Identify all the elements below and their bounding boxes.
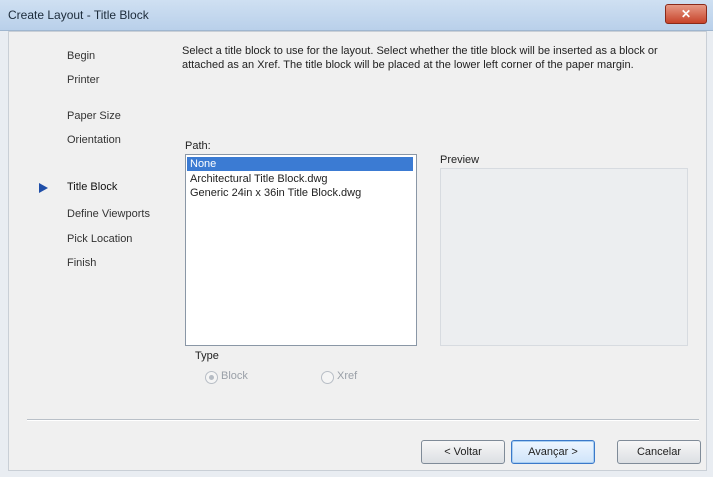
step-pick-location: Pick Location <box>67 233 133 245</box>
type-group-label: Type <box>195 350 219 362</box>
step-orientation: Orientation <box>67 134 121 146</box>
preview-area <box>440 168 688 346</box>
cancel-button[interactable]: Cancelar <box>617 440 701 464</box>
title-bar: Create Layout - Title Block ✕ <box>0 0 713 31</box>
dialog-body: Begin Printer Paper Size Orientation Tit… <box>8 31 707 471</box>
list-item-none[interactable]: None <box>187 157 413 171</box>
path-label: Path: <box>185 140 211 152</box>
list-item-generic-24x36[interactable]: Generic 24in x 36in Title Block.dwg <box>187 186 361 200</box>
instructions-text: Select a title block to use for the layo… <box>182 45 658 71</box>
step-begin: Begin <box>67 50 96 62</box>
title-block-list[interactable]: None Architectural Title Block.dwg Gener… <box>185 154 417 346</box>
back-button[interactable]: < Voltar <box>421 440 505 464</box>
step-printer: Printer <box>67 74 100 86</box>
radio-xref[interactable] <box>321 371 334 384</box>
step-define-viewports: Define Viewports <box>67 208 150 220</box>
radio-block-label: Block <box>221 370 248 382</box>
radio-xref-label: Xref <box>337 370 358 382</box>
step-title-block: Title Block <box>67 181 118 193</box>
current-step-arrow-icon <box>39 183 48 193</box>
step-paper-size: Paper Size <box>67 110 121 122</box>
list-item-architectural[interactable]: Architectural Title Block.dwg <box>187 172 328 186</box>
preview-label: Preview <box>440 154 480 166</box>
footer-divider <box>27 419 699 421</box>
window-title: Create Layout - Title Block <box>8 8 149 22</box>
close-button[interactable]: ✕ <box>665 4 707 24</box>
radio-block[interactable] <box>205 371 218 384</box>
step-finish: Finish <box>67 257 97 269</box>
next-button[interactable]: Avançar > <box>511 440 595 464</box>
